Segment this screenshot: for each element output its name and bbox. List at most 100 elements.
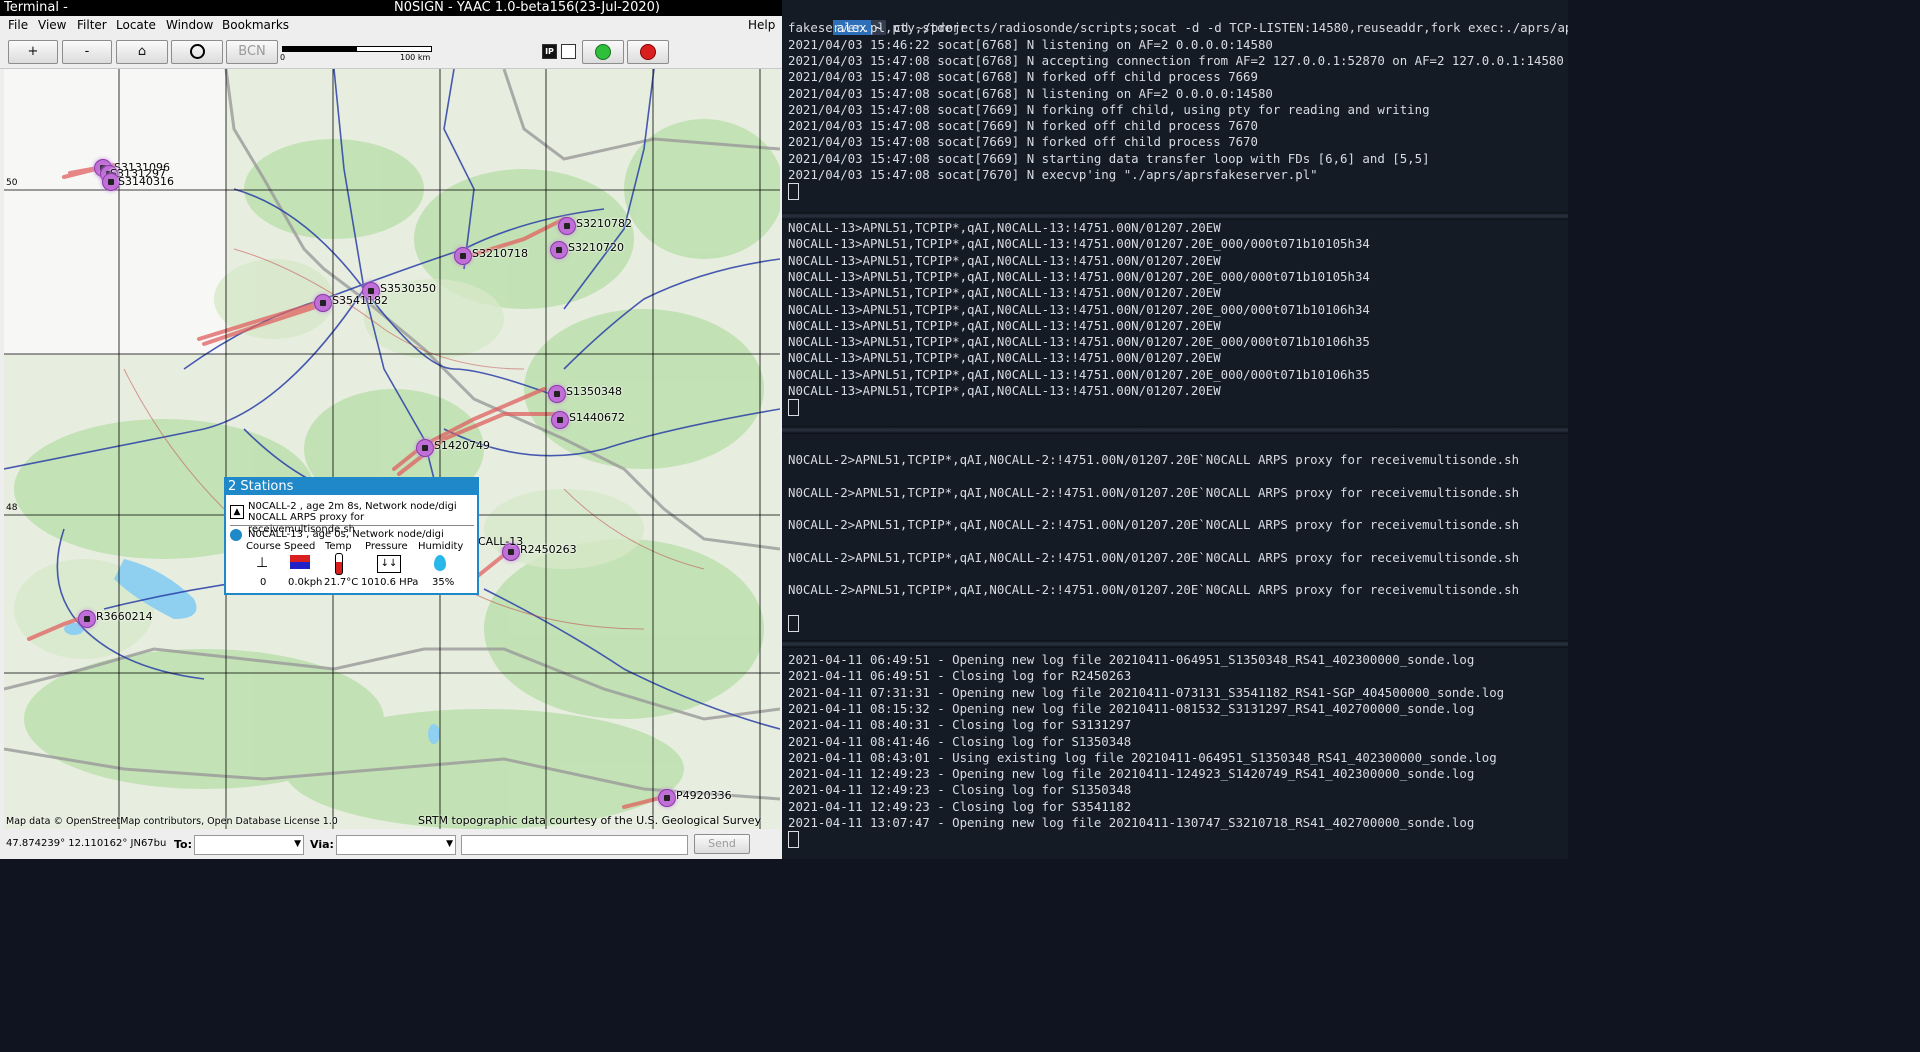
val-pressure: 1010.6 HPa bbox=[361, 577, 419, 588]
terminal-line: 2021-04-11 12:49:23 - Closing log for S1… bbox=[788, 782, 1132, 798]
balloon-icon bbox=[416, 439, 434, 457]
target-icon bbox=[189, 44, 205, 59]
terminal-line: N0CALL-2>APNL51,TCPIP*,qAI,N0CALL-2:!475… bbox=[788, 517, 1520, 533]
terminal-line: N0CALL-13>APNL51,TCPIP*,qAI,N0CALL-13:!4… bbox=[788, 383, 1221, 398]
center-button[interactable] bbox=[171, 40, 223, 64]
pane-divider[interactable] bbox=[782, 212, 1568, 220]
via-label: Via: bbox=[310, 838, 334, 851]
menu-bar: File View Filter Locate Window Bookmarks… bbox=[0, 16, 782, 36]
terminal-line: 2021-04-11 07:31:31 - Opening new log fi… bbox=[788, 684, 1505, 700]
terminal-line: N0CALL-13>APNL51,TCPIP*,qAI,N0CALL-13:!4… bbox=[788, 366, 1370, 382]
station-label-partial: CALL-13 bbox=[478, 535, 524, 548]
terminal-cursor bbox=[788, 183, 799, 201]
station-label: S3541182 bbox=[332, 294, 388, 307]
thermometer-icon bbox=[335, 553, 343, 575]
terminal-line: N0CALL-13>APNL51,TCPIP*,qAI,N0CALL-13:!4… bbox=[788, 350, 1221, 366]
via-combobox[interactable]: ▼ bbox=[336, 835, 456, 855]
window-titlebar: Terminal - N0SIGN - YAAC 1.0-beta156(23-… bbox=[0, 0, 782, 16]
terminal-line: 2021-04-11 12:49:23 - Opening new log fi… bbox=[788, 766, 1475, 782]
val-temp: 21.7°C bbox=[324, 577, 359, 588]
terminal-line: 2021-04-11 12:49:23 - Closing log for S3… bbox=[788, 798, 1132, 814]
terminal-cursor-line bbox=[788, 831, 799, 849]
terminal-line: 2021-04-11 13:07:47 - Opening new log fi… bbox=[788, 815, 1475, 830]
menu-window[interactable]: Window bbox=[166, 18, 213, 32]
station-label: S3530350 bbox=[380, 282, 436, 295]
terminal-pane-aprs-wx[interactable]: N0CALL-13>APNL51,TCPIP*,qAI,N0CALL-13:!4… bbox=[782, 220, 1568, 426]
stop-icon bbox=[640, 43, 656, 60]
port-indicator[interactable] bbox=[561, 44, 576, 59]
send-button[interactable]: Send bbox=[694, 834, 750, 854]
grid-label-48: 48 bbox=[6, 503, 18, 513]
station-label: R3660214 bbox=[96, 610, 153, 623]
menu-help[interactable]: Help bbox=[748, 18, 775, 32]
terminal-line: N0CALL-2>APNL51,TCPIP*,qAI,N0CALL-2:!475… bbox=[788, 549, 1520, 565]
terminal-line: 2021/04/03 15:47:08 socat[7670] N execvp… bbox=[788, 167, 1318, 182]
balloon-icon bbox=[78, 610, 96, 628]
menu-filter[interactable]: Filter bbox=[77, 18, 107, 32]
terminal-line: 2021-04-11 06:49:51 - Closing log for R2… bbox=[788, 668, 1132, 684]
pane-divider[interactable] bbox=[782, 426, 1568, 434]
zoom-in-button[interactable]: + bbox=[8, 40, 58, 64]
menu-file[interactable]: File bbox=[8, 18, 28, 32]
terminal-pane-aprs-proxy[interactable]: N0CALL-2>APNL51,TCPIP*,qAI,N0CALL-2:!475… bbox=[782, 434, 1568, 640]
terminal-line: 2021-04-11 08:15:32 - Opening new log fi… bbox=[788, 700, 1475, 716]
terminal-line: N0CALL-13>APNL51,TCPIP*,qAI,N0CALL-13:!4… bbox=[788, 236, 1370, 252]
yaac-window: Terminal - N0SIGN - YAAC 1.0-beta156(23-… bbox=[0, 0, 782, 859]
terminal-title: Terminal - bbox=[4, 0, 68, 15]
chevron-down-icon: ▼ bbox=[446, 839, 453, 849]
col-pressure: Pressure bbox=[365, 541, 408, 552]
bcn-button[interactable]: BCN bbox=[226, 40, 278, 64]
station-label: S3140316 bbox=[118, 175, 174, 188]
terminal-line: N0CALL-13>APNL51,TCPIP*,qAI,N0CALL-13:!4… bbox=[788, 334, 1370, 350]
network-node-icon bbox=[230, 529, 242, 541]
val-speed: 0.0kph bbox=[288, 577, 323, 588]
terminal-pane-socat[interactable]: alex ~ cd ~/projects/radiosonde/scripts;s… bbox=[782, 0, 1568, 212]
val-humidity: 35% bbox=[432, 577, 455, 588]
col-speed: Speed bbox=[284, 541, 316, 552]
map-view[interactable]: 50 48 S3131096 S3131297 S3140316 S321078… bbox=[4, 69, 780, 829]
ip-indicator[interactable]: IP bbox=[542, 44, 557, 59]
scale-bar: 0 100 km bbox=[280, 44, 440, 64]
station-label: S1420749 bbox=[434, 439, 490, 452]
station-label: S3210720 bbox=[568, 241, 624, 254]
station-label: S1350348 bbox=[566, 385, 622, 398]
message-input[interactable] bbox=[461, 835, 688, 855]
terminal-line: N0CALL-13>APNL51,TCPIP*,qAI,N0CALL-13:!4… bbox=[788, 252, 1221, 268]
home-button[interactable]: ⌂ bbox=[116, 40, 168, 64]
popup-station-n0call-2[interactable]: ▲ N0CALL-2 , age 2m 8s, Network node/dig… bbox=[230, 501, 474, 535]
to-combobox[interactable]: ▼ bbox=[194, 835, 304, 855]
connected-icon bbox=[595, 43, 611, 60]
terminal-window[interactable]: alex ~ cd ~/projects/radiosonde/scripts;s… bbox=[782, 0, 1568, 859]
station-label: S3210782 bbox=[576, 217, 632, 230]
station-label: P4920336 bbox=[676, 789, 732, 802]
digi-icon: ▲ bbox=[230, 505, 244, 519]
home-icon: ⌂ bbox=[137, 44, 147, 59]
pane-divider[interactable] bbox=[782, 640, 1568, 648]
terminal-line: 2021/04/03 15:47:08 socat[7669] N forkin… bbox=[788, 101, 1430, 117]
terminal-line: 2021/04/03 15:47:08 socat[7669] N forked… bbox=[788, 118, 1258, 134]
terminal-line: 2021/04/03 15:47:08 socat[6768] N forked… bbox=[788, 69, 1258, 85]
barometer-icon: ↓↓ bbox=[377, 555, 401, 573]
scale-bar-graphic bbox=[282, 46, 432, 52]
connect-button[interactable] bbox=[582, 40, 624, 64]
balloon-icon bbox=[314, 294, 332, 312]
terminal-pane-sonde-log[interactable]: 2021-04-11 06:49:51 - Opening new log fi… bbox=[782, 648, 1568, 859]
command-text: cd ~/projects/radiosonde/scripts;socat -… bbox=[886, 20, 1568, 36]
terminal-cursor bbox=[788, 615, 799, 632]
to-label: To: bbox=[174, 838, 192, 851]
station-label: S3210718 bbox=[472, 247, 528, 260]
terminal-line: fakeserver.pl,pty,stderr bbox=[788, 20, 968, 36]
zoom-out-button[interactable]: - bbox=[62, 40, 112, 64]
terminal-line: N0CALL-13>APNL51,TCPIP*,qAI,N0CALL-13:!4… bbox=[788, 301, 1370, 317]
stations-popup[interactable]: 2 Stations ▲ N0CALL-2 , age 2m 8s, Netwo… bbox=[224, 477, 479, 595]
popup-title: 2 Stations bbox=[226, 479, 477, 495]
popup-row2-line1: N0CALL-13 , age 0s, Network node/digi bbox=[248, 529, 444, 540]
stop-button[interactable] bbox=[627, 40, 669, 64]
balloon-icon bbox=[551, 411, 569, 429]
terminal-line: 2021-04-11 08:41:46 - Closing log for S1… bbox=[788, 733, 1132, 749]
menu-locate[interactable]: Locate bbox=[116, 18, 156, 32]
terminal-line: N0CALL-2>APNL51,TCPIP*,qAI,N0CALL-2:!475… bbox=[788, 452, 1520, 467]
menu-view[interactable]: View bbox=[38, 18, 66, 32]
humidity-drop-icon bbox=[434, 555, 446, 571]
menu-bookmarks[interactable]: Bookmarks bbox=[222, 18, 289, 32]
